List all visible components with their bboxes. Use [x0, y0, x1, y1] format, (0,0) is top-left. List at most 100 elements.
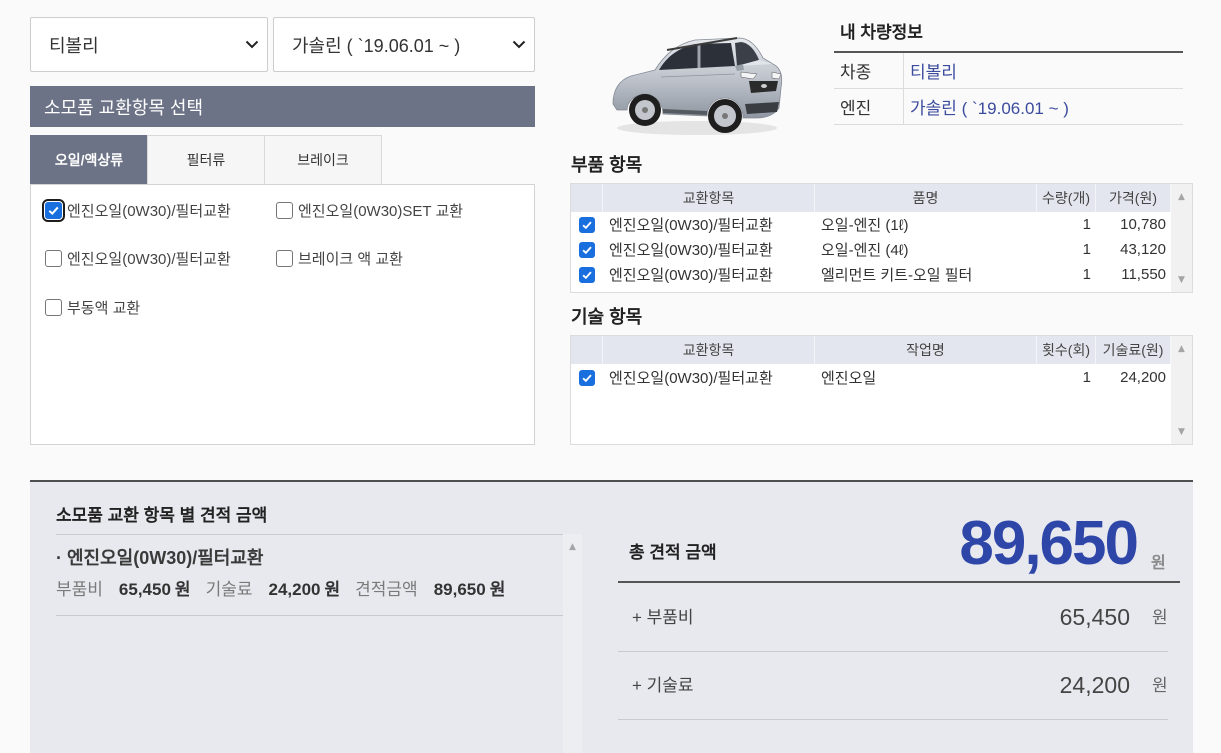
- consumables-header: 소모품 교환항목 선택: [30, 86, 535, 127]
- breakdown-currency-unit: 원: [1152, 676, 1168, 695]
- header-cell: 수량(개): [1037, 184, 1096, 212]
- parts-table-scrollbar[interactable]: ▲ ▼: [1171, 184, 1192, 292]
- scroll-up-arrow-icon[interactable]: ▲: [1171, 192, 1192, 202]
- vehicle-model-select-value: 티볼리: [49, 35, 99, 56]
- vehicle-info-value: 티볼리: [910, 63, 957, 82]
- header-cell: 작업명: [815, 336, 1037, 364]
- row-work-name: 엔진오일: [821, 370, 877, 387]
- tab-oil-fluids[interactable]: 오일/액상류: [30, 135, 148, 184]
- header-cell: 가격(원): [1096, 184, 1171, 212]
- tech-section-title: 기술 항목: [571, 307, 643, 327]
- row-item: 엔진오일(0W30)/필터교환: [609, 267, 773, 284]
- summary-list-scrollbar[interactable]: ▲: [563, 534, 582, 753]
- tech-table-scrollbar[interactable]: ▲ ▼: [1171, 336, 1192, 444]
- breakdown-parts-value: 65,450: [1059, 604, 1130, 630]
- checkbox[interactable]: [276, 249, 293, 267]
- tab-label: 브레이크: [297, 152, 349, 168]
- consumable-item-label: 브레이크 액 교환: [298, 250, 403, 268]
- header-cell: 기술료(원): [1096, 336, 1171, 364]
- breakdown-tech-label: + 기술료: [632, 676, 694, 695]
- divider: [56, 615, 563, 616]
- header-checkbox-cell: [571, 184, 603, 212]
- consumable-item[interactable]: 엔진오일(0W30)/필터교환: [45, 248, 231, 268]
- header-cell: 교환항목: [603, 184, 815, 212]
- tech-table: 교환항목 작업명 횟수(회) 기술료(원) 엔진오일(0W30)/필터교환 엔진…: [570, 335, 1193, 445]
- tab-label: 오일/액상류: [54, 152, 124, 168]
- row-count: 1: [1082, 369, 1091, 386]
- consumable-item-label: 엔진오일(0W30)/필터교환: [67, 202, 231, 220]
- breakdown-tech-value: 24,200: [1059, 672, 1130, 698]
- checkbox[interactable]: [45, 249, 62, 267]
- chevron-down-icon: [512, 40, 526, 49]
- check-icon: [582, 271, 592, 279]
- divider: [618, 719, 1168, 720]
- breakdown-currency-unit: 원: [1152, 608, 1168, 627]
- row-qty: 1: [1082, 241, 1091, 258]
- summary-item-name: · 엔진오일(0W30)/필터교환: [56, 548, 264, 568]
- vehicle-info-title: 내 차량정보: [840, 23, 923, 42]
- divider: [618, 651, 1168, 652]
- scroll-up-arrow-icon[interactable]: ▲: [563, 542, 582, 552]
- parts-table: 교환항목 품명 수량(개) 가격(원) 엔진오일(0W30)/필터교환 오일-엔…: [570, 183, 1193, 293]
- row-price: 43,120: [1120, 241, 1166, 258]
- checkbox[interactable]: [579, 241, 595, 258]
- table-row[interactable]: 엔진오일(0W30)/필터교환 오일-엔진 (4ℓ) 1 43,120: [571, 237, 1171, 262]
- scroll-up-arrow-icon[interactable]: ▲: [1171, 344, 1192, 354]
- row-price: 11,550: [1121, 266, 1166, 283]
- header-checkbox-cell: [571, 336, 603, 364]
- row-part-name: 오일-엔진 (4ℓ): [821, 242, 909, 259]
- consumable-item[interactable]: 브레이크 액 교환: [276, 248, 403, 268]
- consumable-item[interactable]: 부동액 교환: [45, 297, 140, 317]
- engine-select-value: 가솔린 ( `19.06.01 ~ ): [292, 35, 461, 56]
- estimate-value: 89,650: [433, 580, 486, 599]
- tech-fee-value: 24,200: [268, 580, 321, 599]
- checkbox[interactable]: [579, 216, 595, 233]
- engine-select[interactable]: 가솔린 ( `19.06.01 ~ ): [273, 17, 535, 72]
- currency-unit: 원: [174, 580, 191, 599]
- table-header: 교환항목 작업명 횟수(회) 기술료(원): [571, 336, 1171, 364]
- consumable-items-panel: 엔진오일(0W30)/필터교환 엔진오일(0W30)SET 교환 엔진오일(0W…: [30, 184, 535, 445]
- consumable-item-label: 부동액 교환: [67, 299, 141, 317]
- tab-label: 필터류: [186, 152, 226, 168]
- tab-filters[interactable]: 필터류: [147, 135, 265, 184]
- breakdown-parts-label: + 부품비: [632, 608, 694, 627]
- row-checkbox-cell: [571, 237, 603, 262]
- row-qty: 1: [1082, 266, 1091, 283]
- row-qty: 1: [1082, 216, 1091, 233]
- consumable-item[interactable]: 엔진오일(0W30)SET 교환: [276, 200, 463, 220]
- summary-title: 소모품 교환 항목 별 견적 금액: [56, 506, 268, 525]
- divider: [618, 581, 1180, 583]
- total-estimate-title: 총 견적 금액: [629, 543, 717, 562]
- tab-brakes[interactable]: 브레이크: [264, 135, 382, 184]
- checkbox[interactable]: [579, 369, 595, 386]
- total-estimate-amount: 89,650: [959, 509, 1139, 578]
- vehicle-info-table: 차종 티볼리 엔진 가솔린 ( `19.06.01 ~ ): [834, 51, 1183, 125]
- tech-fee-label: 기술료: [205, 580, 253, 599]
- row-checkbox-cell: [571, 212, 603, 237]
- checkbox[interactable]: [276, 201, 293, 219]
- checkbox[interactable]: [42, 198, 65, 222]
- car-side-windows: [659, 43, 735, 70]
- vehicle-info-row: 엔진 가솔린 ( `19.06.01 ~ ): [834, 89, 1183, 125]
- table-row[interactable]: 엔진오일(0W30)/필터교환 엘리먼트 키트-오일 필터 1 11,550: [571, 262, 1171, 287]
- scroll-down-arrow-icon[interactable]: ▼: [1171, 275, 1192, 285]
- check-icon: [582, 221, 592, 229]
- scroll-down-arrow-icon[interactable]: ▼: [1171, 427, 1192, 437]
- parts-section-title: 부품 항목: [571, 155, 643, 175]
- currency-unit: 원: [324, 580, 341, 599]
- estimate-label: 견적금액: [355, 580, 418, 599]
- vehicle-info-label: 엔진: [834, 89, 904, 124]
- consumable-item[interactable]: 엔진오일(0W30)/필터교환: [42, 198, 231, 222]
- table-row[interactable]: 엔진오일(0W30)/필터교환 오일-엔진 (1ℓ) 1 10,780: [571, 212, 1171, 237]
- vehicle-model-select[interactable]: 티볼리: [30, 17, 268, 72]
- checkbox[interactable]: [579, 266, 595, 283]
- table-row[interactable]: 엔진오일(0W30)/필터교환 엔진오일 1 24,200: [571, 365, 1171, 390]
- consumable-tabs: 오일/액상류 필터류 브레이크: [30, 135, 382, 184]
- row-fee: 24,200: [1120, 369, 1166, 386]
- header-cell: 교환항목: [603, 336, 815, 364]
- row-part-name: 오일-엔진 (1ℓ): [821, 217, 909, 234]
- row-part-name: 엘리먼트 키트-오일 필터: [821, 267, 973, 284]
- vehicle-info-value: 가솔린 ( `19.06.01 ~ ): [910, 99, 1069, 118]
- consumable-item-label: 엔진오일(0W30)/필터교환: [67, 250, 231, 268]
- checkbox[interactable]: [45, 298, 62, 316]
